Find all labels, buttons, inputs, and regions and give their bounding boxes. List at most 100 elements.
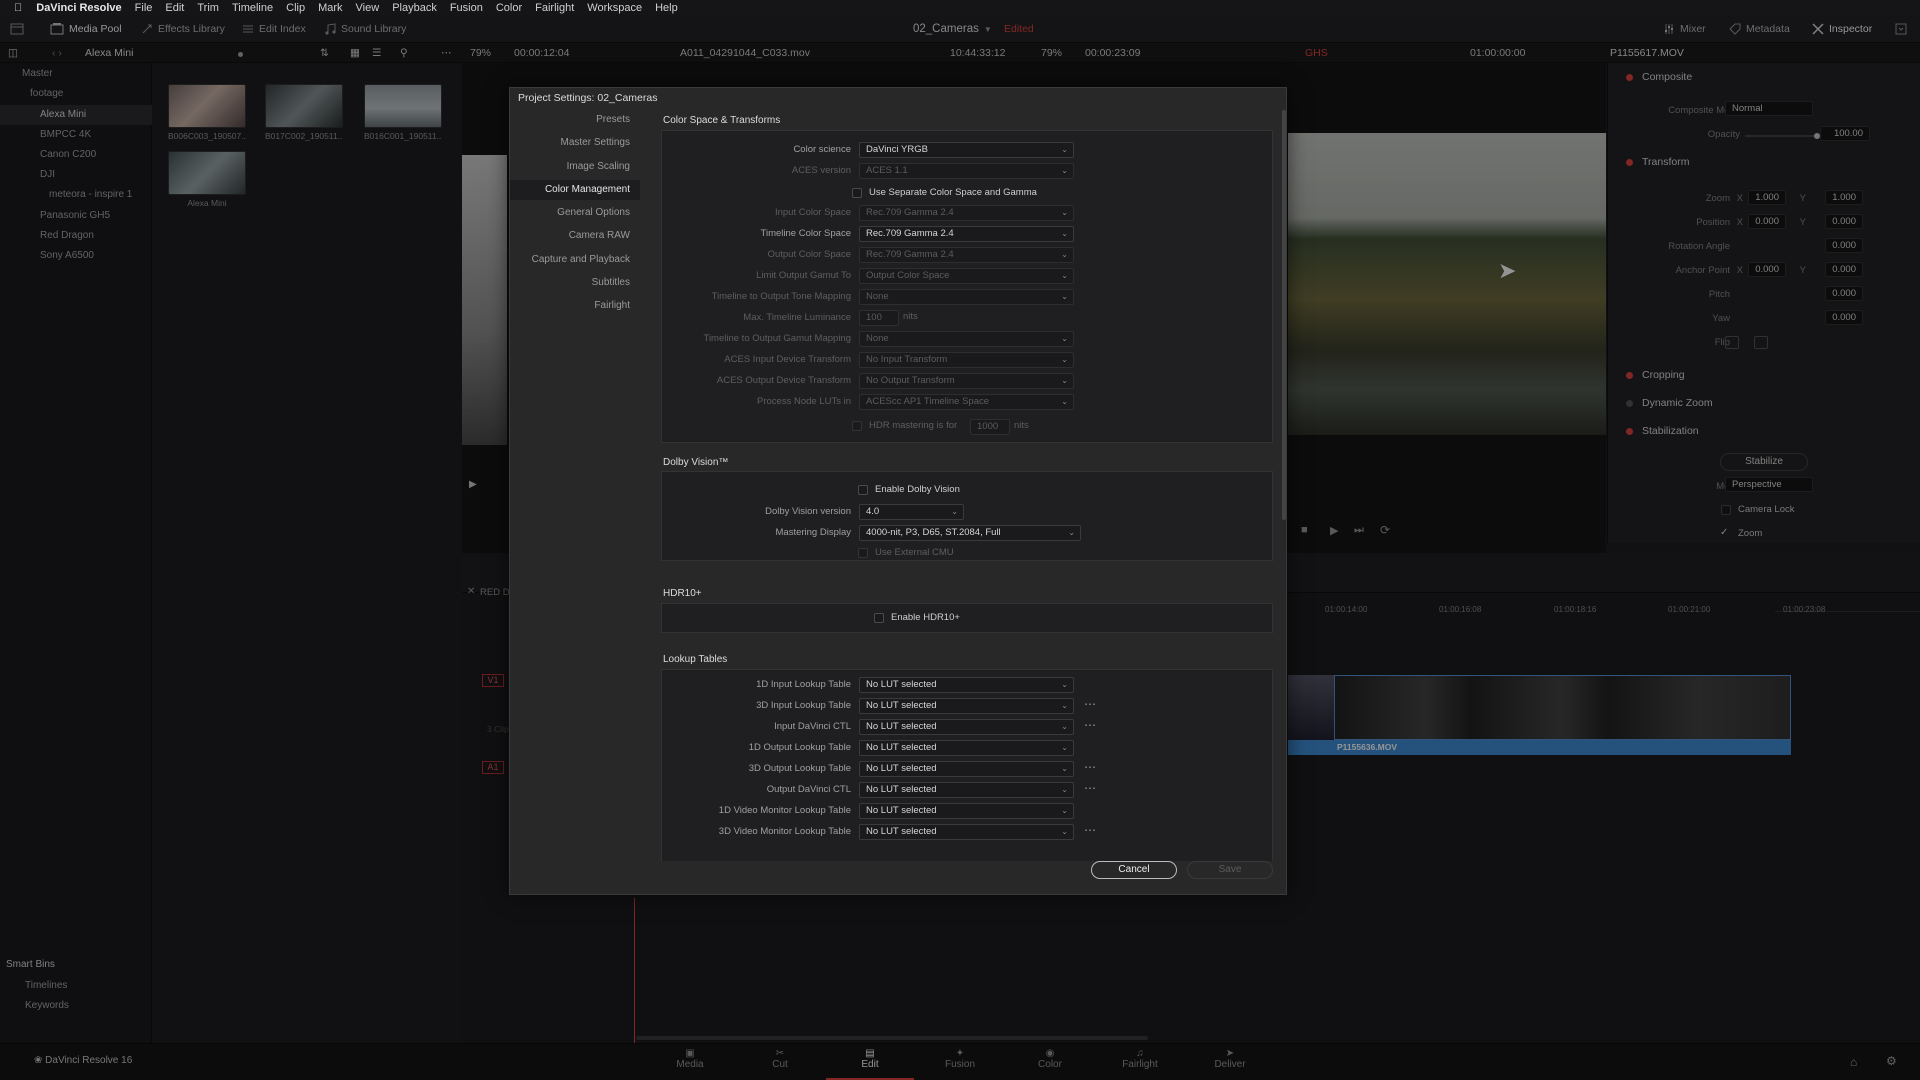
dolby-version-select[interactable]: 4.0 ⌄ bbox=[859, 504, 964, 520]
luminance-field[interactable]: 100 bbox=[859, 310, 899, 326]
nav-presets[interactable]: Presets bbox=[510, 110, 640, 130]
color-space-row-label: ACES Output Device Transform bbox=[716, 375, 851, 386]
project-settings-dialog: Project Settings: 02_Cameras Presets Mas… bbox=[509, 87, 1287, 895]
app-name[interactable]: DaVinci Resolve bbox=[36, 2, 121, 14]
dialog-scrollbar[interactable] bbox=[1282, 110, 1286, 520]
menu-timeline[interactable]: Timeline bbox=[232, 2, 273, 14]
enable-hdr10-checkbox[interactable] bbox=[874, 613, 884, 623]
section-lookup-tables: Lookup Tables bbox=[663, 654, 728, 665]
chevron-down-icon: ⌄ bbox=[1068, 528, 1075, 537]
lut-value: No LUT selected bbox=[866, 700, 937, 711]
lut-select[interactable]: No LUT selected ⌄ bbox=[859, 824, 1074, 840]
lut-row-label: 1D Output Lookup Table bbox=[748, 742, 851, 753]
save-button[interactable]: Save bbox=[1187, 861, 1273, 879]
color-space-row-label: Color science bbox=[793, 144, 851, 155]
menu-mark[interactable]: Mark bbox=[318, 2, 342, 14]
color-space-row-label: Max. Timeline Luminance bbox=[743, 312, 851, 323]
select-value: No Input Transform bbox=[866, 354, 948, 365]
nav-capture-playback[interactable]: Capture and Playback bbox=[510, 250, 640, 270]
hdr-mastering-checkbox[interactable] bbox=[852, 421, 862, 431]
lut-select[interactable]: No LUT selected ⌄ bbox=[859, 719, 1074, 735]
nav-fairlight[interactable]: Fairlight bbox=[510, 296, 640, 316]
color-space-select[interactable]: None ⌄ bbox=[859, 289, 1074, 305]
color-space-select[interactable]: Rec.709 Gamma 2.4 ⌄ bbox=[859, 205, 1074, 221]
separate-color-space-checkbox[interactable] bbox=[852, 188, 862, 198]
color-space-select[interactable]: ACEScc AP1 Timeline Space ⌄ bbox=[859, 394, 1074, 410]
more-options-icon[interactable]: ⋯ bbox=[1084, 760, 1097, 774]
select-value: ACES 1.1 bbox=[866, 165, 908, 176]
color-space-row-label: Output Color Space bbox=[767, 249, 851, 260]
nav-camera-raw[interactable]: Camera RAW bbox=[510, 226, 640, 246]
chevron-down-icon: ⌄ bbox=[1061, 166, 1068, 175]
nav-subtitles[interactable]: Subtitles bbox=[510, 273, 640, 293]
section-color-space-transforms: Color Space & Transforms bbox=[663, 115, 781, 126]
lut-row-label: 1D Input Lookup Table bbox=[756, 679, 851, 690]
select-value: None bbox=[866, 333, 889, 344]
select-value: Rec.709 Gamma 2.4 bbox=[866, 249, 954, 260]
chevron-down-icon: ⌄ bbox=[1061, 250, 1068, 259]
chevron-down-icon: ⌄ bbox=[1061, 145, 1068, 154]
enable-dolby-checkbox[interactable] bbox=[858, 485, 868, 495]
color-space-row-label: ACES version bbox=[791, 165, 851, 176]
menu-playback[interactable]: Playback bbox=[392, 2, 437, 14]
chevron-down-icon: ⌄ bbox=[1061, 764, 1068, 773]
section-hdr10: HDR10+ bbox=[663, 588, 702, 599]
nav-general-options[interactable]: General Options bbox=[510, 203, 640, 223]
chevron-down-icon: ⌄ bbox=[951, 507, 958, 516]
external-cmu-checkbox[interactable] bbox=[858, 548, 868, 558]
more-options-icon[interactable]: ⋯ bbox=[1084, 718, 1097, 732]
chevron-down-icon: ⌄ bbox=[1061, 397, 1068, 406]
select-value: ACEScc AP1 Timeline Space bbox=[866, 396, 990, 407]
menu-file[interactable]: File bbox=[135, 2, 153, 14]
menu-fairlight[interactable]: Fairlight bbox=[535, 2, 574, 14]
color-space-select[interactable]: DaVinci YRGB ⌄ bbox=[859, 142, 1074, 158]
menu-help[interactable]: Help bbox=[655, 2, 678, 14]
color-space-select[interactable]: ACES 1.1 ⌄ bbox=[859, 163, 1074, 179]
lut-select[interactable]: No LUT selected ⌄ bbox=[859, 803, 1074, 819]
color-space-select[interactable]: No Input Transform ⌄ bbox=[859, 352, 1074, 368]
menu-color[interactable]: Color bbox=[496, 2, 522, 14]
hdr-nits-field[interactable]: 1000 bbox=[970, 419, 1010, 435]
nav-master-settings[interactable]: Master Settings bbox=[510, 133, 640, 153]
menu-fusion[interactable]: Fusion bbox=[450, 2, 483, 14]
select-value: Rec.709 Gamma 2.4 bbox=[866, 228, 954, 239]
dolby-version-label: Dolby Vision version bbox=[765, 506, 851, 517]
color-space-row-label: Timeline to Output Gamut Mapping bbox=[703, 333, 852, 344]
color-space-select[interactable]: Output Color Space ⌄ bbox=[859, 268, 1074, 284]
lut-row-label: Input DaVinci CTL bbox=[774, 721, 851, 732]
lut-select[interactable]: No LUT selected ⌄ bbox=[859, 740, 1074, 756]
chevron-down-icon: ⌄ bbox=[1061, 271, 1068, 280]
apple-icon[interactable]:  bbox=[14, 2, 22, 14]
color-space-select[interactable]: No Output Transform ⌄ bbox=[859, 373, 1074, 389]
dolby-version-value: 4.0 bbox=[866, 506, 880, 517]
select-value: DaVinci YRGB bbox=[866, 144, 928, 155]
dialog-title: Project Settings: 02_Cameras bbox=[518, 92, 658, 104]
menu-clip[interactable]: Clip bbox=[286, 2, 305, 14]
color-space-row-label: Input Color Space bbox=[774, 207, 851, 218]
more-options-icon[interactable]: ⋯ bbox=[1084, 781, 1097, 795]
menu-trim[interactable]: Trim bbox=[197, 2, 219, 14]
color-space-select[interactable]: Rec.709 Gamma 2.4 ⌄ bbox=[859, 247, 1074, 263]
color-space-select[interactable]: None ⌄ bbox=[859, 331, 1074, 347]
lut-value: No LUT selected bbox=[866, 763, 937, 774]
chevron-down-icon: ⌄ bbox=[1061, 785, 1068, 794]
lut-select[interactable]: No LUT selected ⌄ bbox=[859, 677, 1074, 693]
lut-row-label: 3D Input Lookup Table bbox=[756, 700, 851, 711]
nav-image-scaling[interactable]: Image Scaling bbox=[510, 157, 640, 177]
more-options-icon[interactable]: ⋯ bbox=[1084, 697, 1097, 711]
nav-color-management[interactable]: Color Management bbox=[510, 180, 640, 200]
color-space-select[interactable]: Rec.709 Gamma 2.4 ⌄ bbox=[859, 226, 1074, 242]
hdr-nits-unit: nits bbox=[1014, 420, 1029, 431]
cancel-button[interactable]: Cancel bbox=[1091, 861, 1177, 879]
chevron-down-icon: ⌄ bbox=[1061, 334, 1068, 343]
more-options-icon[interactable]: ⋯ bbox=[1084, 823, 1097, 837]
lut-select[interactable]: No LUT selected ⌄ bbox=[859, 698, 1074, 714]
select-value: 100 bbox=[866, 312, 882, 323]
menu-workspace[interactable]: Workspace bbox=[587, 2, 642, 14]
menu-view[interactable]: View bbox=[356, 2, 380, 14]
lut-select[interactable]: No LUT selected ⌄ bbox=[859, 782, 1074, 798]
mastering-display-select[interactable]: 4000-nit, P3, D65, ST.2084, Full ⌄ bbox=[859, 525, 1081, 541]
lut-select[interactable]: No LUT selected ⌄ bbox=[859, 761, 1074, 777]
hdr-mastering-label: HDR mastering is for bbox=[869, 420, 958, 431]
menu-edit[interactable]: Edit bbox=[165, 2, 184, 14]
